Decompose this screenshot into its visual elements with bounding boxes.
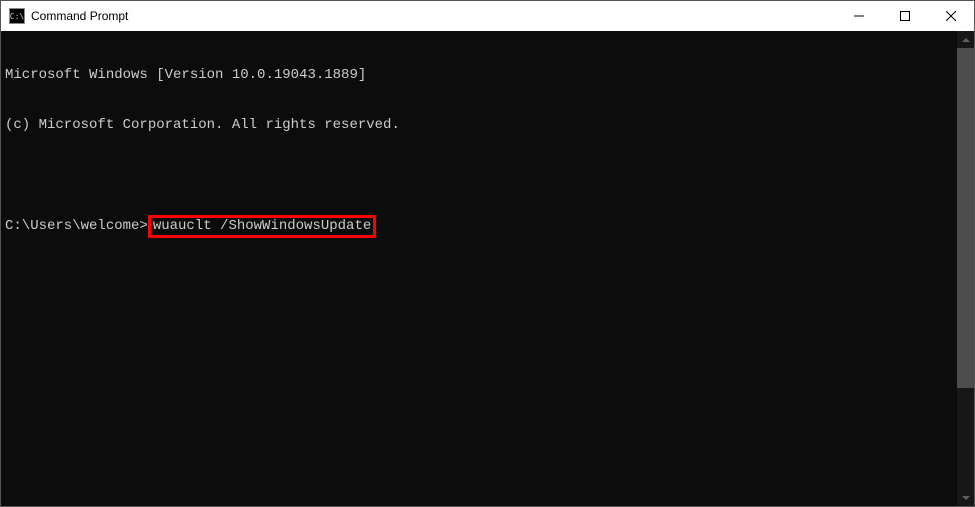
app-icon: C:\ (9, 8, 25, 24)
chevron-down-icon (962, 496, 970, 500)
minimize-icon (854, 11, 864, 21)
version-line: Microsoft Windows [Version 10.0.19043.18… (5, 67, 953, 84)
vertical-scrollbar[interactable] (957, 31, 974, 506)
command-highlight: wuauclt /ShowWindowsUpdate (148, 215, 376, 238)
scroll-thumb[interactable] (957, 48, 974, 388)
prompt-line: C:\Users\welcome> wuauclt /ShowWindowsUpd… (5, 218, 953, 235)
command-prompt-window: C:\ Command Prompt Microsoft Windows [Ve… (0, 0, 975, 507)
app-icon-text: C:\ (10, 12, 24, 21)
maximize-icon (900, 11, 910, 21)
close-icon (946, 11, 956, 21)
maximize-button[interactable] (882, 1, 928, 31)
chevron-up-icon (962, 38, 970, 42)
console-area: Microsoft Windows [Version 10.0.19043.18… (1, 31, 974, 506)
close-button[interactable] (928, 1, 974, 31)
copyright-line: (c) Microsoft Corporation. All rights re… (5, 117, 953, 134)
command-text: wuauclt /ShowWindowsUpdate (153, 218, 371, 234)
scroll-up-button[interactable] (957, 31, 974, 48)
window-title: Command Prompt (31, 9, 836, 23)
scroll-down-button[interactable] (957, 489, 974, 506)
console-output[interactable]: Microsoft Windows [Version 10.0.19043.18… (1, 31, 957, 506)
scroll-track[interactable] (957, 48, 974, 489)
minimize-button[interactable] (836, 1, 882, 31)
titlebar[interactable]: C:\ Command Prompt (1, 1, 974, 31)
prompt-text: C:\Users\welcome> (5, 218, 148, 235)
blank-line (5, 167, 953, 184)
